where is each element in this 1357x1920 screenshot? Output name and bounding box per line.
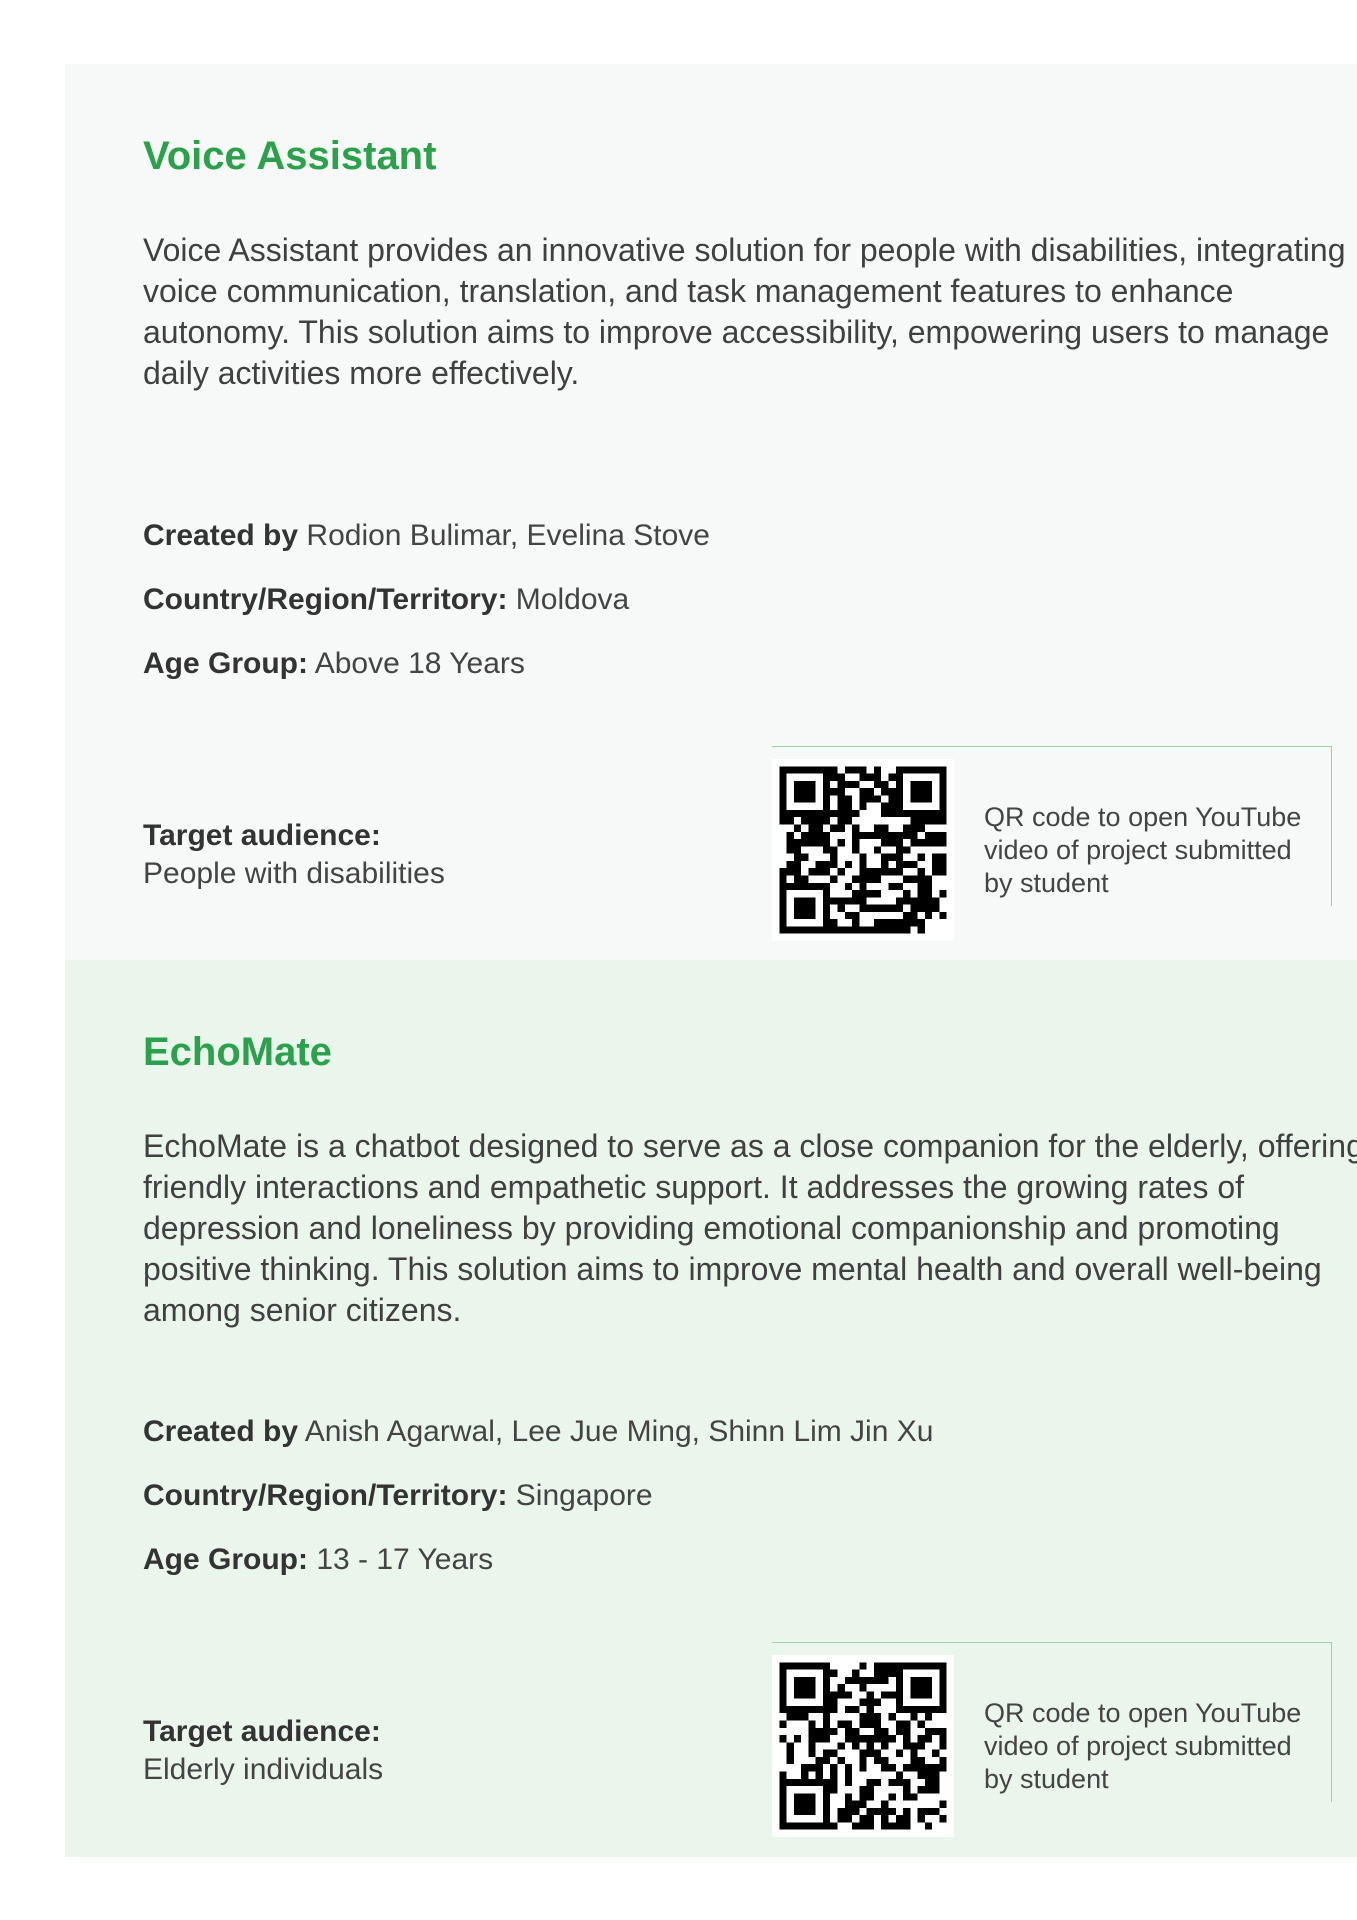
target-audience-label: Target audience: <box>143 819 381 852</box>
age-group-value: 13 - 17 Years <box>316 1543 494 1576</box>
created-by-row: Created by Anish Agarwal, Lee Jue Ming, … <box>143 1415 933 1449</box>
qr-section: QR code to open YouTube video of project… <box>772 1642 1332 1837</box>
age-group-value: Above 18 Years <box>314 647 525 680</box>
country-row: Country/Region/Territory: Singapore <box>143 1479 653 1513</box>
country-label: Country/Region/Territory: <box>143 1479 508 1512</box>
project-title: EchoMate <box>143 1030 332 1074</box>
project-title: Voice Assistant <box>143 134 437 178</box>
age-group-row: Age Group: Above 18 Years <box>143 647 525 681</box>
qr-code-icon[interactable] <box>772 1655 954 1837</box>
created-by-label: Created by <box>143 1415 299 1448</box>
target-audience-value: Elderly individuals <box>143 1753 384 1786</box>
target-audience-value: People with disabilities <box>143 857 445 890</box>
project-description: EchoMate is a chatbot designed to serve … <box>143 1128 1357 1328</box>
target-audience: Target audience: People with disabilitie… <box>143 817 445 893</box>
country-row: Country/Region/Territory: Moldova <box>143 583 629 617</box>
qr-caption: QR code to open YouTube video of project… <box>984 1698 1302 1794</box>
target-audience: Target audience: Elderly individuals <box>143 1713 383 1789</box>
qr-code-icon[interactable] <box>772 759 954 941</box>
qr-section: QR code to open YouTube video of project… <box>772 746 1332 941</box>
project-card-voice-assistant: Voice Assistant Voice Assistant provides… <box>65 64 1357 960</box>
created-by-value: Rodion Bulimar, Evelina Stove <box>306 519 710 552</box>
country-value: Moldova <box>515 583 630 616</box>
created-by-value: Anish Agarwal, Lee Jue Ming, Shinn Lim J… <box>304 1415 934 1448</box>
age-group-row: Age Group: 13 - 17 Years <box>143 1543 493 1577</box>
age-group-label: Age Group: <box>143 1543 308 1576</box>
target-audience-label: Target audience: <box>143 1715 381 1748</box>
project-description: Voice Assistant provides an innovative s… <box>143 232 1346 391</box>
created-by-row: Created by Rodion Bulimar, Evelina Stove <box>143 519 710 553</box>
project-card-echomate: EchoMate EchoMate is a chatbot designed … <box>65 960 1357 1857</box>
country-value: Singapore <box>515 1479 653 1512</box>
created-by-label: Created by <box>143 519 299 552</box>
country-label: Country/Region/Territory: <box>143 583 508 616</box>
qr-caption: QR code to open YouTube video of project… <box>984 802 1302 898</box>
age-group-label: Age Group: <box>143 647 308 680</box>
